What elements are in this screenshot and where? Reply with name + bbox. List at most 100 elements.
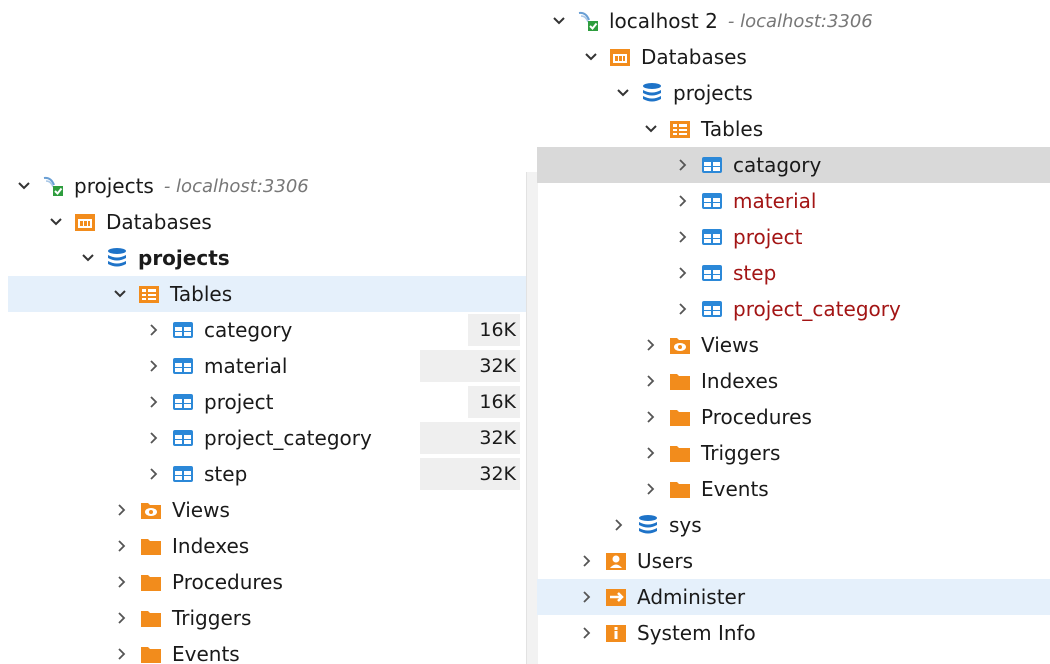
tables-label: Tables xyxy=(701,117,764,141)
tree-node-administer[interactable]: Administer xyxy=(537,579,1050,615)
chevron-right-icon[interactable] xyxy=(673,299,693,319)
server-connected-icon xyxy=(40,175,66,197)
tree-node-views[interactable]: Views xyxy=(537,327,1050,363)
chevron-right-icon[interactable] xyxy=(112,572,132,592)
folder-icon xyxy=(667,370,693,392)
table-name: material xyxy=(733,189,817,213)
tree-node-tables[interactable]: Tables xyxy=(537,111,1050,147)
tree-node-indexes[interactable]: Indexes xyxy=(537,363,1050,399)
table-row[interactable]: catagory xyxy=(537,147,1050,183)
folder-icon xyxy=(667,478,693,500)
users-icon xyxy=(603,550,629,572)
table-name: step xyxy=(204,462,248,486)
chevron-right-icon[interactable] xyxy=(144,464,164,484)
chevron-right-icon[interactable] xyxy=(641,479,661,499)
chevron-down-icon[interactable] xyxy=(110,284,130,304)
chevron-right-icon[interactable] xyxy=(673,227,693,247)
tree-node-tables[interactable]: Tables xyxy=(8,276,526,312)
chevron-right-icon[interactable] xyxy=(641,407,661,427)
tree-node-triggers[interactable]: Triggers xyxy=(537,435,1050,471)
tree-node-events[interactable]: Events xyxy=(0,636,526,664)
chevron-right-icon[interactable] xyxy=(641,443,661,463)
table-icon xyxy=(170,427,196,449)
folder-label: Procedures xyxy=(172,570,283,594)
chevron-down-icon[interactable] xyxy=(581,47,601,67)
tree-node-triggers[interactable]: Triggers xyxy=(0,600,526,636)
databases-label: Databases xyxy=(641,45,747,69)
folder-label: Indexes xyxy=(701,369,779,393)
folder-label: Triggers xyxy=(701,441,781,465)
tree-node-database[interactable]: projects xyxy=(537,75,1050,111)
tree-node-views[interactable]: Views xyxy=(0,492,526,528)
table-icon xyxy=(170,319,196,341)
chevron-down-icon[interactable] xyxy=(14,176,34,196)
table-row[interactable]: step xyxy=(537,255,1050,291)
table-row[interactable]: project_category 32K xyxy=(0,420,526,456)
table-row[interactable]: project xyxy=(537,219,1050,255)
chevron-right-icon[interactable] xyxy=(144,320,164,340)
folder-icon xyxy=(667,442,693,464)
folder-icon xyxy=(667,406,693,428)
table-icon xyxy=(699,190,725,212)
database-icon xyxy=(639,82,665,104)
table-row[interactable]: material 32K xyxy=(0,348,526,384)
table-size: 32K xyxy=(420,350,520,382)
table-row[interactable]: step 32K xyxy=(0,456,526,492)
chevron-right-icon[interactable] xyxy=(112,608,132,628)
table-row[interactable]: category 16K xyxy=(0,312,526,348)
tree-node-databases[interactable]: Databases xyxy=(537,39,1050,75)
folder-label: Events xyxy=(172,642,240,664)
tree-node-procedures[interactable]: Procedures xyxy=(0,564,526,600)
chevron-right-icon[interactable] xyxy=(577,587,597,607)
table-icon xyxy=(170,355,196,377)
chevron-right-icon[interactable] xyxy=(609,515,629,535)
databases-folder-icon xyxy=(72,211,98,233)
folder-icon xyxy=(138,607,164,629)
chevron-down-icon[interactable] xyxy=(549,11,569,31)
chevron-down-icon[interactable] xyxy=(78,248,98,268)
chevron-right-icon[interactable] xyxy=(673,191,693,211)
chevron-right-icon[interactable] xyxy=(673,155,693,175)
database-label: projects xyxy=(673,81,753,105)
tree-node-databases[interactable]: Databases xyxy=(0,204,526,240)
chevron-down-icon[interactable] xyxy=(641,119,661,139)
folder-icon xyxy=(138,535,164,557)
chevron-right-icon[interactable] xyxy=(112,536,132,556)
info-icon xyxy=(603,622,629,644)
users-label: Users xyxy=(637,549,694,573)
tree-node-database[interactable]: projects xyxy=(0,240,526,276)
views-folder-icon xyxy=(667,334,693,356)
tables-folder-icon xyxy=(667,118,693,140)
chevron-right-icon[interactable] xyxy=(673,263,693,283)
table-row[interactable]: material xyxy=(537,183,1050,219)
table-name: project_category xyxy=(733,297,901,321)
database-icon xyxy=(104,247,130,269)
tree-node-host[interactable]: projects - localhost:3306 xyxy=(0,168,526,204)
chevron-right-icon[interactable] xyxy=(144,428,164,448)
host-address: - localhost:3306 xyxy=(727,10,873,32)
tree-node-indexes[interactable]: Indexes xyxy=(0,528,526,564)
chevron-right-icon[interactable] xyxy=(144,356,164,376)
table-name: project_category xyxy=(204,426,372,450)
tree-node-host[interactable]: localhost 2 - localhost:3306 xyxy=(537,3,1050,39)
chevron-right-icon[interactable] xyxy=(641,371,661,391)
table-icon xyxy=(170,463,196,485)
tree-node-users[interactable]: Users xyxy=(537,543,1050,579)
chevron-right-icon[interactable] xyxy=(112,500,132,520)
chevron-down-icon[interactable] xyxy=(613,83,633,103)
tree-node-events[interactable]: Events xyxy=(537,471,1050,507)
tree-node-procedures[interactable]: Procedures xyxy=(537,399,1050,435)
tables-label: Tables xyxy=(170,282,233,306)
tree-node-sys-database[interactable]: sys xyxy=(537,507,1050,543)
table-row[interactable]: project_category xyxy=(537,291,1050,327)
chevron-right-icon[interactable] xyxy=(577,623,597,643)
table-name: project xyxy=(733,225,803,249)
chevron-down-icon[interactable] xyxy=(46,212,66,232)
table-row[interactable]: project 16K xyxy=(0,384,526,420)
chevron-right-icon[interactable] xyxy=(577,551,597,571)
tree-node-system-info[interactable]: System Info xyxy=(537,615,1050,651)
chevron-right-icon[interactable] xyxy=(144,392,164,412)
chevron-right-icon[interactable] xyxy=(641,335,661,355)
table-name: step xyxy=(733,261,777,285)
chevron-right-icon[interactable] xyxy=(112,644,132,664)
